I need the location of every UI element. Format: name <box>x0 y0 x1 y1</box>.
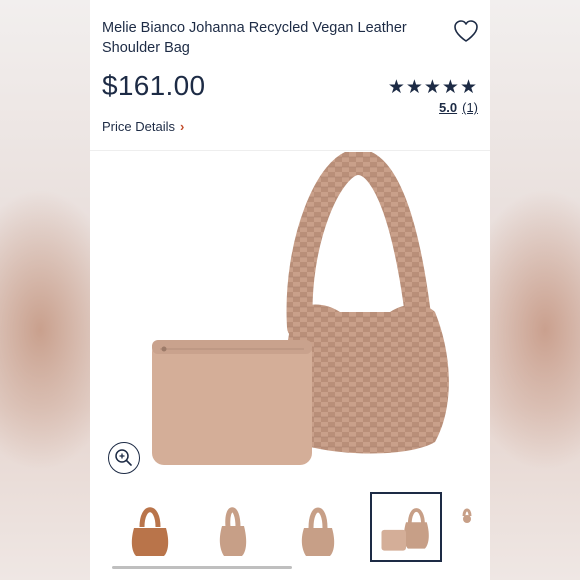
divider <box>90 150 490 151</box>
product-title: Melie Bianco Johanna Recycled Vegan Leat… <box>102 20 407 56</box>
chevron-right-icon: › <box>179 119 185 134</box>
thumbnail-strip <box>90 492 490 568</box>
product-price: $161.00 <box>102 70 206 101</box>
thumbnail-2[interactable] <box>196 492 268 562</box>
rating-count[interactable]: (1) <box>462 100 478 115</box>
thumbnail-3[interactable] <box>282 492 354 562</box>
zoom-in-icon[interactable] <box>108 442 140 474</box>
thumbnail-4-selected[interactable] <box>370 492 442 562</box>
thumbnail-5[interactable] <box>460 492 490 562</box>
product-image[interactable] <box>90 152 490 482</box>
rating-summary[interactable]: 5.0 (1) <box>439 100 478 115</box>
thumbnail-scrollbar[interactable] <box>112 566 292 569</box>
heart-icon[interactable] <box>453 19 479 43</box>
price-details-label: Price Details <box>102 119 175 134</box>
star-rating-icon: ★★★★★ <box>387 77 478 98</box>
price-details-link[interactable]: Price Details › <box>102 119 184 134</box>
rating-score[interactable]: 5.0 <box>439 100 457 115</box>
product-panel: Melie Bianco Johanna Recycled Vegan Leat… <box>90 0 490 580</box>
thumbnail-1[interactable] <box>114 492 186 562</box>
